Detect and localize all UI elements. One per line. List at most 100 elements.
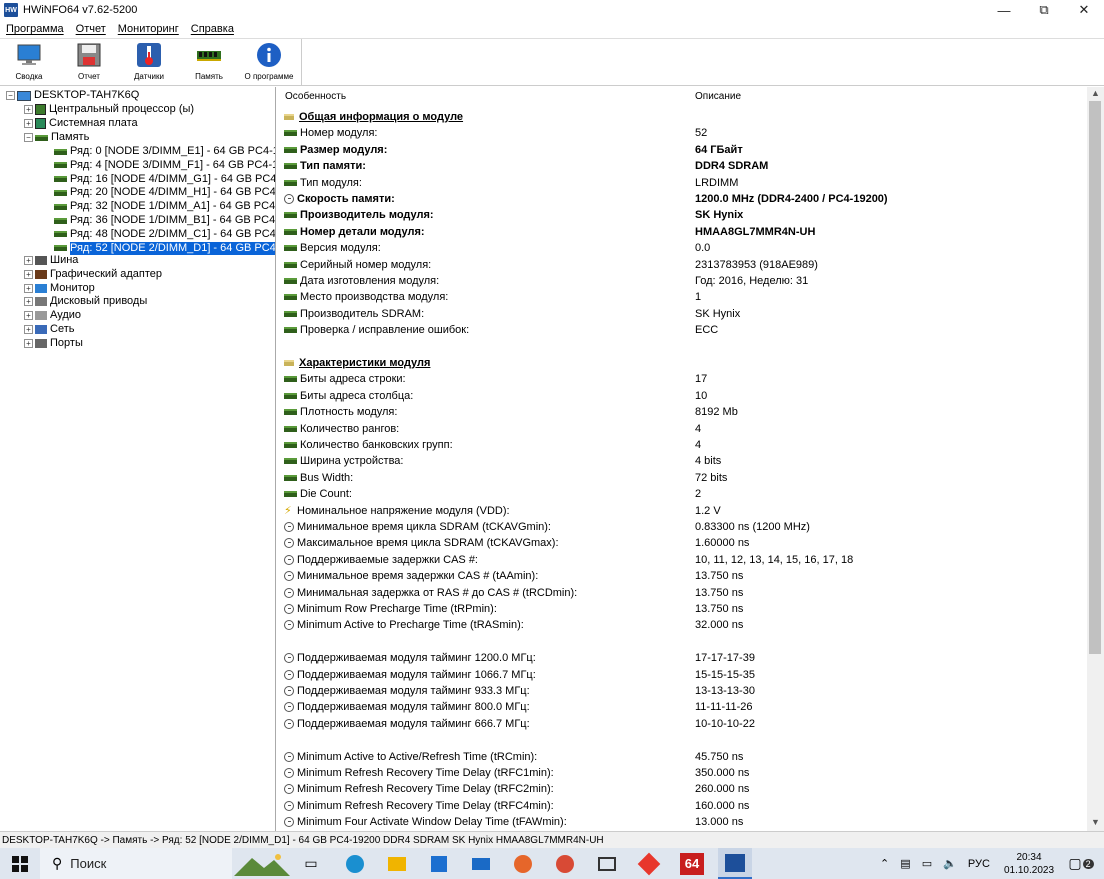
expand-icon[interactable]: + xyxy=(24,119,33,128)
tree-item-monitor[interactable]: + Монитор xyxy=(24,282,95,295)
detail-row[interactable]: Минимальное время цикла SDRAM (tCKAVGmin… xyxy=(284,519,1084,535)
mail-icon[interactable] xyxy=(466,848,496,879)
tree-item-bus[interactable]: + Шина xyxy=(24,254,78,267)
column-header-feature[interactable]: Особенность xyxy=(285,91,346,102)
tree-item-cpu[interactable]: + Центральный процессор (ы) xyxy=(24,103,194,116)
window-app-icon[interactable] xyxy=(592,848,622,879)
detail-row[interactable]: Minimum Refresh Recovery Time Delay (tRF… xyxy=(284,781,1084,797)
detail-row[interactable]: Плотность модуля: 8192 Mb xyxy=(284,404,1084,420)
detail-row[interactable]: Minimum Row Precharge Time (tRPmin): 13.7… xyxy=(284,601,1084,617)
detail-row[interactable]: Тип памяти: DDR4 SDRAM xyxy=(284,158,1084,174)
detail-row[interactable]: Размер модуля: 64 ГБайт xyxy=(284,142,1084,158)
detail-row[interactable]: Поддерживаемая модуля тайминг 800.0 МГц:… xyxy=(284,699,1084,715)
detail-row[interactable]: Minimum Active to Active/Refresh Time (t… xyxy=(284,749,1084,765)
detail-row[interactable]: Тип модуля: LRDIMM xyxy=(284,175,1084,191)
detail-row[interactable]: Номер детали модуля: HMAA8GL7MMR4N-UH xyxy=(284,224,1084,240)
tree-item-memory-slot[interactable]: Ряд: 0 [NODE 3/DIMM_E1] - 64 GB PC4-19 xyxy=(54,145,275,158)
minimize-button[interactable]: — xyxy=(984,0,1024,20)
memory-button[interactable]: Память xyxy=(182,42,236,84)
tree-item-disk[interactable]: + Дисковый приводы xyxy=(24,295,147,308)
tree-item-memory-slot[interactable]: Ряд: 20 [NODE 4/DIMM_H1] - 64 GB PC4-1 xyxy=(54,186,275,199)
expand-icon[interactable]: + xyxy=(24,325,33,334)
tree-item-memory[interactable]: − Память xyxy=(24,131,89,144)
detail-row[interactable]: Количество рангов: 4 xyxy=(284,421,1084,437)
details-vertical-scrollbar[interactable]: ▲ ▼ xyxy=(1087,87,1104,831)
report-button[interactable]: Отчет xyxy=(62,42,116,84)
tree-item-gpu[interactable]: + Графический адаптер xyxy=(24,268,162,281)
menu-monitoring[interactable]: Мониторинг xyxy=(112,23,185,35)
tree-item-memory-slot[interactable]: Ряд: 32 [NODE 1/DIMM_A1] - 64 GB PC4-1 xyxy=(54,200,275,213)
tree-item-audio[interactable]: + Аудио xyxy=(24,309,81,322)
sensors-button[interactable]: Датчики xyxy=(122,42,176,84)
detail-row[interactable]: Ширина устройства: 4 bits xyxy=(284,453,1084,469)
expand-icon[interactable]: + xyxy=(24,256,33,265)
section-header[interactable]: Общая информация о модуле xyxy=(284,109,1084,125)
detail-row[interactable]: Минимальная задержка от RAS # до CAS # (… xyxy=(284,585,1084,601)
detail-row[interactable]: Версия модуля: 0.0 xyxy=(284,240,1084,256)
tree-item-memory-slot[interactable]: Ряд: 4 [NODE 3/DIMM_F1] - 64 GB PC4-19 xyxy=(54,159,275,172)
detail-row[interactable]: Minimum Refresh Recovery Time Delay (tRF… xyxy=(284,765,1084,781)
tree-item-memory-slot[interactable]: Ряд: 52 [NODE 2/DIMM_D1] - 64 GB PC4-1 xyxy=(54,241,275,255)
detail-row[interactable]: Количество банковских групп: 4 xyxy=(284,437,1084,453)
expand-icon[interactable]: + xyxy=(24,311,33,321)
detail-row[interactable]: Производитель SDRAM: SK Hynix xyxy=(284,306,1084,322)
expand-icon[interactable]: + xyxy=(24,338,33,348)
detail-row[interactable]: Bus Width: 72 bits xyxy=(284,470,1084,486)
collapse-icon[interactable]: − xyxy=(6,91,15,100)
expand-icon[interactable]: + xyxy=(24,297,33,307)
detail-row[interactable]: Производитель модуля: SK Hynix xyxy=(284,207,1084,223)
detail-row[interactable]: Биты адреса столбца: 10 xyxy=(284,388,1084,404)
details-pane[interactable]: Особенность Описание Общая информация о … xyxy=(277,87,1087,831)
detail-row[interactable]: Место производства модуля: 1 xyxy=(284,289,1084,305)
detail-row[interactable]: Поддерживаемые задержки CAS #: 10, 11, 12… xyxy=(284,552,1084,568)
detail-row[interactable]: Minimum Active to Precharge Time (tRASmi… xyxy=(284,617,1084,633)
firefox-alt-icon[interactable] xyxy=(550,848,580,879)
about-button[interactable]: О программе xyxy=(242,42,296,84)
menu-help[interactable]: Справка xyxy=(185,23,240,35)
landscape-widget-icon[interactable] xyxy=(232,848,292,879)
section-header[interactable]: Характеристики модуля xyxy=(284,355,1084,371)
edge-icon[interactable] xyxy=(340,848,370,879)
close-button[interactable]: ✕ xyxy=(1064,0,1104,20)
tree-root[interactable]: − DESKTOP-TAH7K6Q xyxy=(6,89,139,102)
tree-item-memory-slot[interactable]: Ряд: 48 [NODE 2/DIMM_C1] - 64 GB PC4-1 xyxy=(54,228,275,241)
tree-item-memory-slot[interactable]: Ряд: 16 [NODE 4/DIMM_G1] - 64 GB PC4-1 xyxy=(54,173,275,186)
detail-row[interactable]: Minimum Refresh Recovery Time Delay (tRF… xyxy=(284,798,1084,814)
detail-row[interactable]: Поддерживаемая модуля тайминг 1066.7 МГц… xyxy=(284,667,1084,683)
network-icon[interactable]: ▤ xyxy=(900,857,910,870)
tree-item-network[interactable]: + Сеть xyxy=(24,323,74,336)
firefox-icon[interactable] xyxy=(508,848,538,879)
chevron-up-icon[interactable]: ⌃ xyxy=(880,857,889,870)
detail-row[interactable]: Minimum Four Activate Window Delay Time … xyxy=(284,814,1084,830)
summary-button[interactable]: Сводка xyxy=(2,42,56,84)
collapse-icon[interactable]: − xyxy=(24,133,33,142)
aida64-icon[interactable]: 64 xyxy=(676,848,708,879)
menu-program[interactable]: Программа xyxy=(0,23,70,35)
detail-row[interactable]: Поддерживаемая модуля тайминг 1200.0 МГц… xyxy=(284,650,1084,666)
detail-row[interactable]: Номер модуля: 52 xyxy=(284,125,1084,141)
scroll-down-icon[interactable]: ▼ xyxy=(1091,817,1100,827)
language-indicator[interactable]: РУС xyxy=(968,858,990,870)
store-icon[interactable] xyxy=(424,848,454,879)
detail-row[interactable]: Серийный номер модуля: 2313783953 (918AE9… xyxy=(284,257,1084,273)
expand-icon[interactable]: + xyxy=(24,105,33,114)
file-explorer-icon[interactable] xyxy=(382,848,412,879)
detail-row[interactable]: Die Count: 2 xyxy=(284,486,1084,502)
detail-row[interactable]: Биты адреса строки: 17 xyxy=(284,371,1084,387)
detail-row[interactable]: ⚡ Номинальное напряжение модуля (VDD): 1.2… xyxy=(284,503,1084,519)
detail-row[interactable]: Поддерживаемая модуля тайминг 666.7 МГц:… xyxy=(284,716,1084,732)
detail-row[interactable]: Дата изготовления модуля: Год: 2016, Неде… xyxy=(284,273,1084,289)
detail-row[interactable]: Проверка / исправление ошибок: ECC xyxy=(284,322,1084,338)
search-box[interactable]: ⚲ Поиск xyxy=(40,848,232,879)
column-header-description[interactable]: Описание xyxy=(695,91,741,102)
tree-item-motherboard[interactable]: + Системная плата xyxy=(24,117,138,130)
tree-item-ports[interactable]: + Порты xyxy=(24,337,83,350)
scrollbar-thumb[interactable] xyxy=(1089,101,1101,654)
detail-row[interactable]: Скорость памяти: 1200.0 MHz (DDR4-2400 / … xyxy=(284,191,1084,207)
detail-row[interactable]: Максимальное время цикла SDRAM (tCKAVGma… xyxy=(284,535,1084,551)
notifications-button[interactable]: ▢ 2 xyxy=(1064,848,1098,879)
menu-report[interactable]: Отчет xyxy=(70,23,112,35)
clock[interactable]: 20:34 01.10.2023 xyxy=(1000,848,1058,879)
volume-icon[interactable]: 🔈 xyxy=(943,857,957,870)
anydesk-icon[interactable] xyxy=(634,848,664,879)
